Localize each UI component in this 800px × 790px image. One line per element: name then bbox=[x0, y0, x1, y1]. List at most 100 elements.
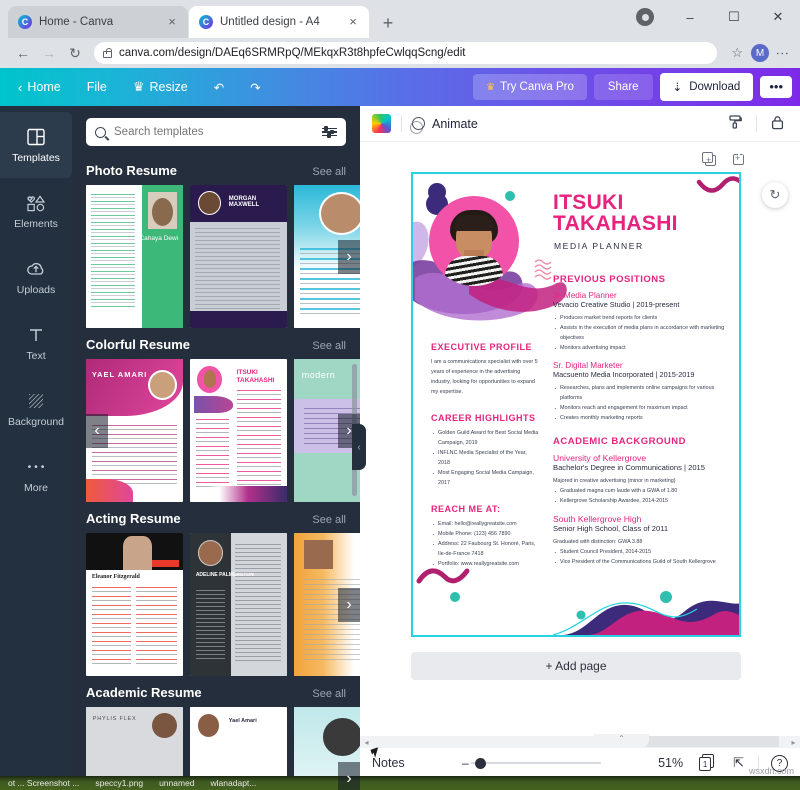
sidebar-item-elements[interactable]: Elements bbox=[0, 178, 72, 244]
tab-title: Home - Canva bbox=[39, 16, 164, 28]
resume-left-column: EXECUTIVE PROFILE I am a communications … bbox=[431, 342, 539, 580]
see-all-link[interactable]: See all bbox=[312, 340, 346, 352]
close-window-button[interactable]: ✕ bbox=[756, 0, 800, 34]
section-title: Academic Resume bbox=[86, 685, 202, 700]
design-page[interactable]: ITSUKI TAKAHASHI MEDIA PLANNER EXECUTIVE… bbox=[411, 172, 741, 637]
lock-icon[interactable] bbox=[767, 115, 788, 133]
animate-circles-icon bbox=[412, 117, 425, 130]
list-item: Monitors advertising impact bbox=[553, 343, 727, 353]
taskbar-item[interactable]: ot ... Screenshot ... bbox=[0, 778, 87, 788]
scroll-track[interactable]: ⌃ bbox=[373, 736, 787, 748]
job-bullets: Researches, plans and implements online … bbox=[553, 383, 727, 423]
browser-tab-home[interactable]: C Home - Canva × bbox=[8, 6, 188, 38]
refresh-icon[interactable]: ↻ bbox=[762, 182, 788, 208]
collapse-notes-chevron[interactable]: ⌃ bbox=[594, 734, 649, 747]
template-thumb[interactable]: MORGAN MAXWELL bbox=[190, 185, 287, 328]
rainbow-color-swatch[interactable] bbox=[372, 114, 391, 133]
back-home-button[interactable]: ‹ Home bbox=[6, 75, 73, 100]
template-name: Yael Amari bbox=[229, 718, 257, 724]
zoom-slider[interactable]: – bbox=[405, 756, 658, 770]
back-icon[interactable]: ← bbox=[10, 40, 36, 66]
minimize-button[interactable]: – bbox=[668, 0, 712, 34]
notes-button[interactable]: Notes bbox=[372, 756, 405, 770]
career-highlights-block: CAREER HIGHLIGHTS Golden Guild Award for… bbox=[431, 413, 539, 488]
canva-top-bar: ‹ Home File ♛ Resize ↶ ↷ ♛ Try Canva Pro… bbox=[0, 68, 800, 106]
scroll-left-icon[interactable]: ◂ bbox=[360, 738, 373, 747]
reload-icon[interactable]: ↻ bbox=[62, 40, 88, 66]
prev-templates-button[interactable]: ‹ bbox=[86, 414, 108, 448]
expand-arrows-icon[interactable]: ⇱ bbox=[733, 755, 744, 771]
avatar[interactable]: M bbox=[751, 44, 769, 62]
undo-button[interactable]: ↶ bbox=[202, 75, 236, 100]
taskbar-item[interactable]: wlanadapt... bbox=[203, 778, 265, 788]
paint-roller-icon[interactable] bbox=[724, 115, 746, 133]
file-menu-button[interactable]: File bbox=[75, 75, 119, 99]
forward-icon[interactable]: → bbox=[36, 40, 62, 66]
window-controls: – ☐ ✕ bbox=[636, 0, 800, 34]
thumbnail-row-colorful-resume: YAEL AMARI ITSUKI TAKAHASHI modern bbox=[72, 359, 360, 502]
see-all-link[interactable]: See all bbox=[312, 514, 346, 526]
sidebar-item-templates[interactable]: Templates bbox=[0, 112, 72, 178]
zoom-out-icon[interactable]: – bbox=[462, 756, 469, 770]
add-page-icon[interactable]: + bbox=[733, 152, 748, 167]
maximize-button[interactable]: ☐ bbox=[712, 0, 756, 34]
resume-right-column: PREVIOUS POSITIONS Jr. Media Planner Vev… bbox=[553, 274, 727, 578]
divider bbox=[401, 115, 402, 132]
sidebar-item-text[interactable]: Text bbox=[0, 310, 72, 376]
try-canva-pro-button[interactable]: ♛ Try Canva Pro bbox=[473, 74, 587, 100]
collapse-panel-button[interactable]: ‹ bbox=[352, 424, 366, 470]
scroll-right-icon[interactable]: ▸ bbox=[787, 738, 800, 747]
redo-button[interactable]: ↷ bbox=[238, 75, 272, 100]
download-button[interactable]: ⇣ Download bbox=[660, 73, 754, 101]
sidebar-item-uploads[interactable]: Uploads bbox=[0, 244, 72, 310]
bookmark-star-icon[interactable]: ☆ bbox=[731, 45, 743, 61]
section-heading: EXECUTIVE PROFILE bbox=[431, 342, 539, 352]
list-item: Produces market trend reports for client… bbox=[553, 313, 727, 323]
school-bullets: Student Council President, 2014-2015 Vic… bbox=[553, 547, 727, 567]
lock-icon bbox=[103, 51, 112, 58]
see-all-link[interactable]: See all bbox=[312, 166, 346, 178]
browser-profile-icon[interactable] bbox=[636, 8, 654, 26]
next-templates-button[interactable]: › bbox=[338, 588, 360, 622]
search-input[interactable] bbox=[114, 126, 314, 138]
next-templates-button[interactable]: › bbox=[338, 762, 360, 790]
job-title: Jr. Media Planner bbox=[553, 291, 727, 300]
resize-button[interactable]: ♛ Resize bbox=[121, 74, 200, 100]
template-name: MORGAN MAXWELL bbox=[229, 196, 287, 208]
zoom-track[interactable] bbox=[471, 762, 601, 764]
template-thumb[interactable]: Eleanor Fitzgerald bbox=[86, 533, 183, 676]
browser-menu-icon[interactable]: ⋮ bbox=[775, 47, 790, 60]
search-box[interactable] bbox=[86, 118, 346, 146]
new-tab-button[interactable]: + bbox=[374, 10, 402, 38]
browser-tab-design[interactable]: C Untitled design - A4 × bbox=[189, 6, 369, 38]
template-thumb-selected[interactable]: ITSUKI TAKAHASHI bbox=[190, 359, 287, 502]
school-bullets: Graduated magna cum laude with a GWA of … bbox=[553, 486, 727, 506]
zoom-knob[interactable] bbox=[475, 758, 486, 769]
template-name: YAEL AMARI bbox=[92, 370, 148, 380]
share-button[interactable]: Share bbox=[594, 74, 653, 100]
crown-icon: ♛ bbox=[486, 82, 495, 93]
filter-sliders-icon[interactable] bbox=[322, 128, 337, 137]
crown-icon: ♛ bbox=[133, 79, 145, 95]
school-meta: Senior High School, Class of 2011 bbox=[553, 524, 727, 533]
taskbar-item[interactable]: unnamed bbox=[151, 778, 202, 788]
add-page-button[interactable]: + Add page bbox=[411, 652, 741, 680]
template-thumb[interactable]: Cahaya Dewi bbox=[86, 185, 183, 328]
see-all-link[interactable]: See all bbox=[312, 688, 346, 700]
close-icon[interactable]: × bbox=[164, 14, 180, 30]
sidebar-item-background[interactable]: Background bbox=[0, 376, 72, 442]
next-templates-button[interactable]: › bbox=[338, 240, 360, 274]
more-options-button[interactable]: ••• bbox=[760, 76, 792, 98]
page-count-icon[interactable]: 1 bbox=[699, 754, 717, 772]
job-title: Sr. Digital Marketer bbox=[553, 361, 727, 370]
sidebar-item-more[interactable]: • • • More bbox=[0, 442, 72, 508]
list-item: Graduated magna cum laude with a GWA of … bbox=[553, 486, 727, 496]
page-number: 1 bbox=[699, 757, 711, 771]
animate-button[interactable]: Animate bbox=[412, 117, 478, 131]
address-bar[interactable]: canva.com/design/DAEq6SRMRpQ/MEkqxR3t8hp… bbox=[94, 42, 717, 64]
duplicate-page-icon[interactable]: + bbox=[702, 152, 717, 167]
taskbar-item[interactable]: speccy1.png bbox=[87, 778, 151, 788]
horizontal-scrollbar[interactable]: ◂ ⌃ ▸ bbox=[360, 736, 800, 748]
template-thumb[interactable]: ADELINE PALMERSTON bbox=[190, 533, 287, 676]
close-icon[interactable]: × bbox=[345, 14, 361, 30]
